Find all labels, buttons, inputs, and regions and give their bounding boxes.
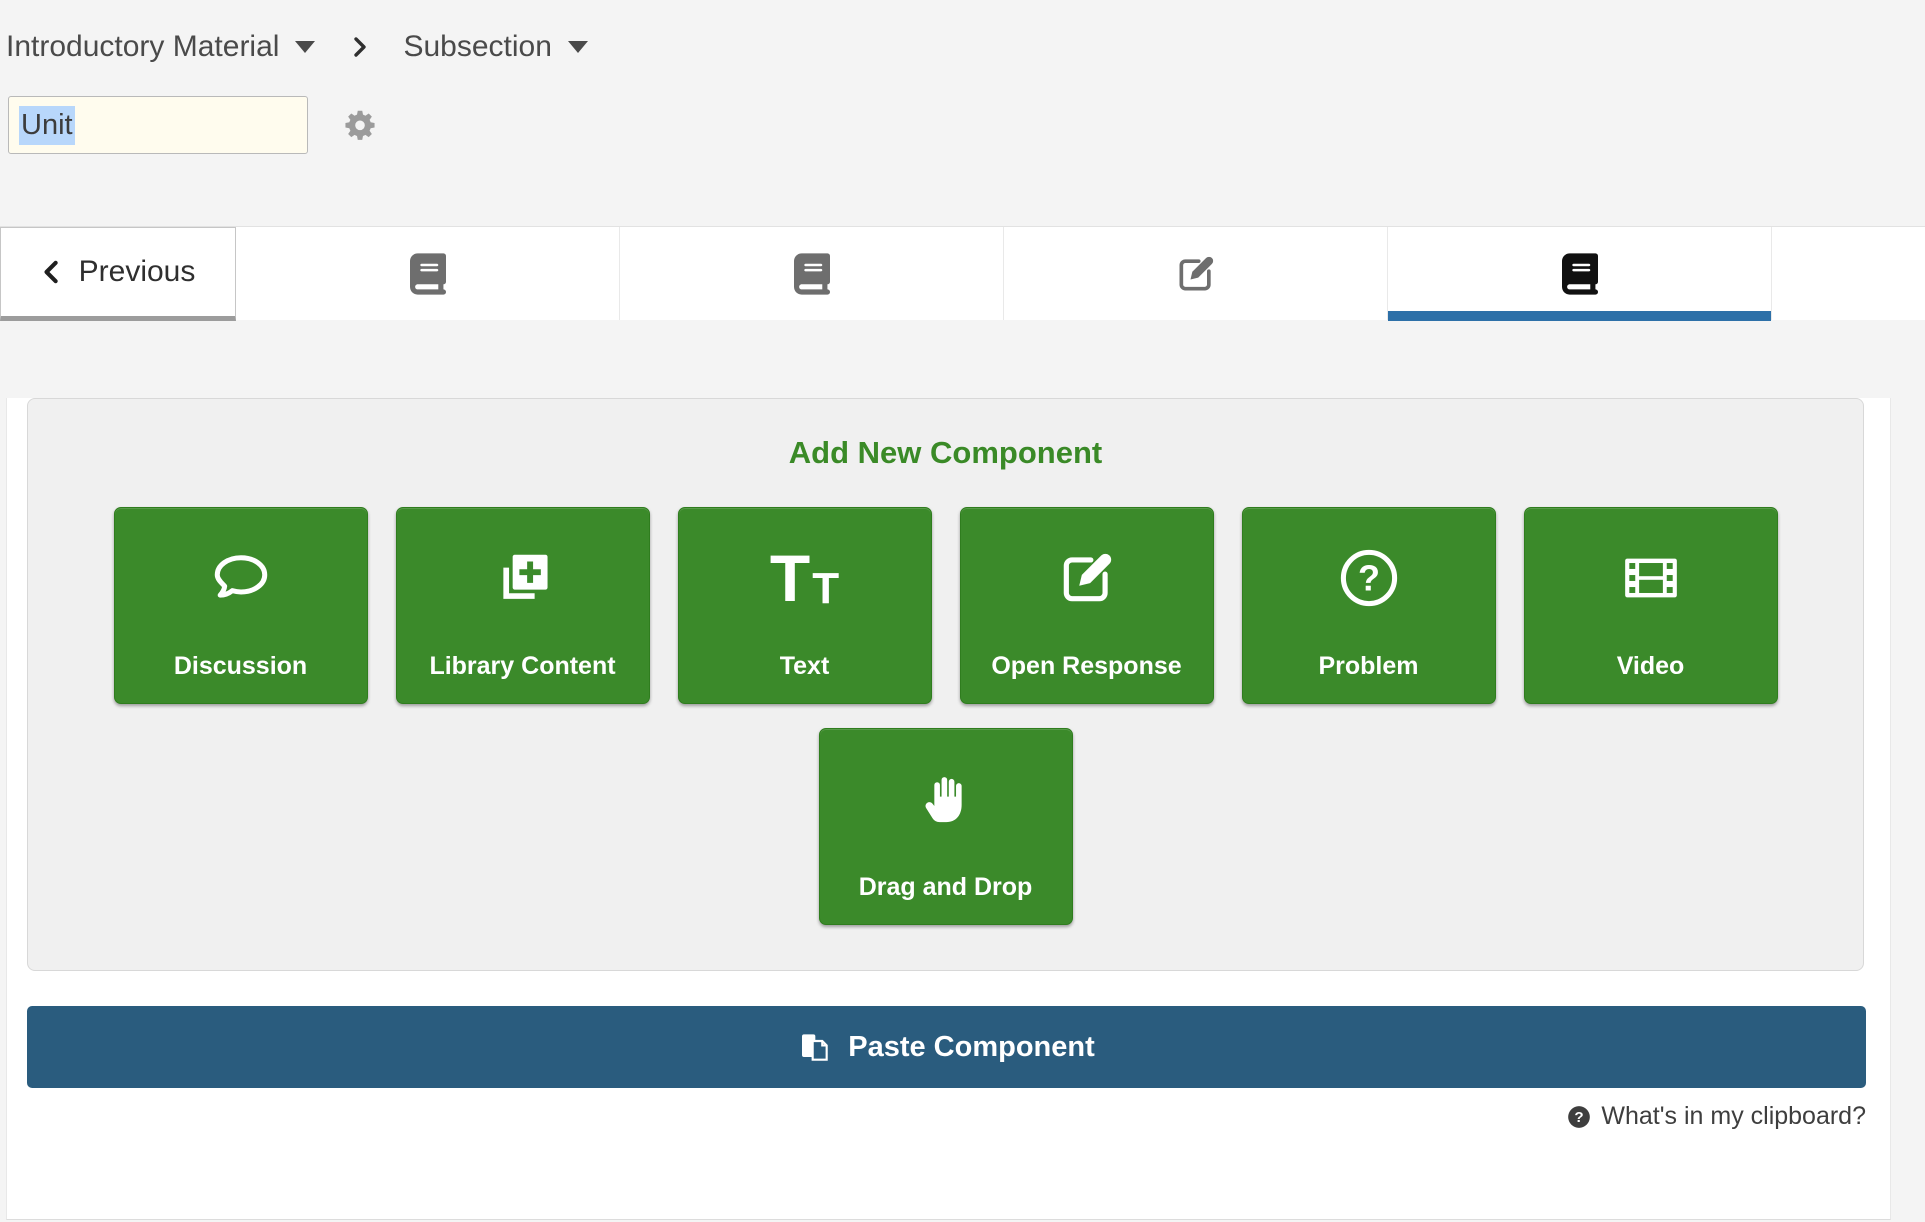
unit-title-input[interactable]: Unit (8, 96, 308, 154)
gear-icon (342, 107, 378, 143)
book-icon (794, 253, 830, 295)
add-component-panel: Add New Component Discussion Library Con… (27, 398, 1864, 971)
component-button-label: Problem (1318, 652, 1418, 703)
add-open-response-button[interactable]: Open Response (960, 507, 1214, 704)
edit-icon (1174, 252, 1218, 296)
unit-title-value: Unit (19, 106, 75, 145)
paste-icon (798, 1031, 830, 1063)
active-tab-underline (1388, 311, 1771, 321)
clipboard-help-label: What's in my clipboard? (1601, 1102, 1866, 1131)
component-button-label: Discussion (174, 652, 307, 703)
breadcrumb-separator-icon (347, 35, 371, 59)
text-icon-big-t: T (770, 545, 810, 611)
paste-component-label: Paste Component (848, 1031, 1095, 1064)
page-header: Introductory Material Subsection Unit (0, 26, 1925, 154)
breadcrumb-section-label: Introductory Material (6, 30, 279, 64)
component-button-label: Library Content (429, 652, 615, 703)
add-drag-and-drop-button[interactable]: Drag and Drop (819, 728, 1073, 925)
unit-settings-button[interactable] (342, 107, 378, 143)
book-icon (410, 253, 446, 295)
text-icon: TT (770, 540, 839, 616)
question-glyph: ? (1358, 557, 1380, 598)
text-icon-small-t: T (812, 567, 839, 611)
clipboard-help-row: ? What's in my clipboard? (7, 1102, 1890, 1131)
chevron-left-icon (41, 258, 63, 286)
book-icon (1562, 253, 1598, 295)
chevron-down-icon (568, 41, 588, 53)
component-button-row-1: Discussion Library Content TT Text Open … (28, 507, 1863, 704)
question-circle-icon: ? (1337, 540, 1401, 616)
breadcrumb-section-dropdown[interactable]: Introductory Material (6, 30, 315, 64)
component-button-row-2: Drag and Drop (28, 728, 1863, 925)
add-text-button[interactable]: TT Text (678, 507, 932, 704)
unit-content-panel: Add New Component Discussion Library Con… (6, 398, 1891, 1220)
chevron-down-icon (295, 41, 315, 53)
breadcrumb: Introductory Material Subsection (6, 26, 1925, 68)
edit-icon (1056, 540, 1118, 616)
previous-button[interactable]: Previous (0, 227, 236, 321)
breadcrumb-subsection-dropdown[interactable]: Subsection (403, 30, 587, 64)
comment-icon (209, 540, 273, 616)
question-glyph: ? (1575, 1109, 1584, 1126)
component-button-label: Open Response (991, 652, 1181, 703)
add-discussion-button[interactable]: Discussion (114, 507, 368, 704)
sequence-tab-3[interactable] (1004, 227, 1388, 320)
add-video-button[interactable]: Video (1524, 507, 1778, 704)
component-button-label: Video (1617, 652, 1685, 703)
hand-icon (918, 761, 974, 837)
film-icon (1620, 540, 1682, 616)
sequence-nav: Previous (0, 226, 1925, 320)
tabbar-filler (1772, 227, 1925, 320)
component-button-label: Text (780, 652, 830, 703)
paste-component-button[interactable]: Paste Component (27, 1006, 1866, 1088)
sequence-tab-4-active[interactable] (1388, 227, 1772, 320)
clipboard-help-link[interactable]: ? What's in my clipboard? (1566, 1102, 1866, 1131)
previous-label: Previous (79, 255, 196, 289)
add-component-title: Add New Component (28, 399, 1863, 471)
library-content-icon (492, 540, 554, 616)
breadcrumb-subsection-label: Subsection (403, 30, 551, 64)
sequence-tab-1[interactable] (236, 227, 620, 320)
component-button-label: Drag and Drop (859, 873, 1033, 924)
unit-title-row: Unit (8, 96, 1925, 154)
sequence-tab-2[interactable] (620, 227, 1004, 320)
add-problem-button[interactable]: ? Problem (1242, 507, 1496, 704)
question-circle-solid-icon: ? (1566, 1104, 1592, 1130)
add-library-content-button[interactable]: Library Content (396, 507, 650, 704)
